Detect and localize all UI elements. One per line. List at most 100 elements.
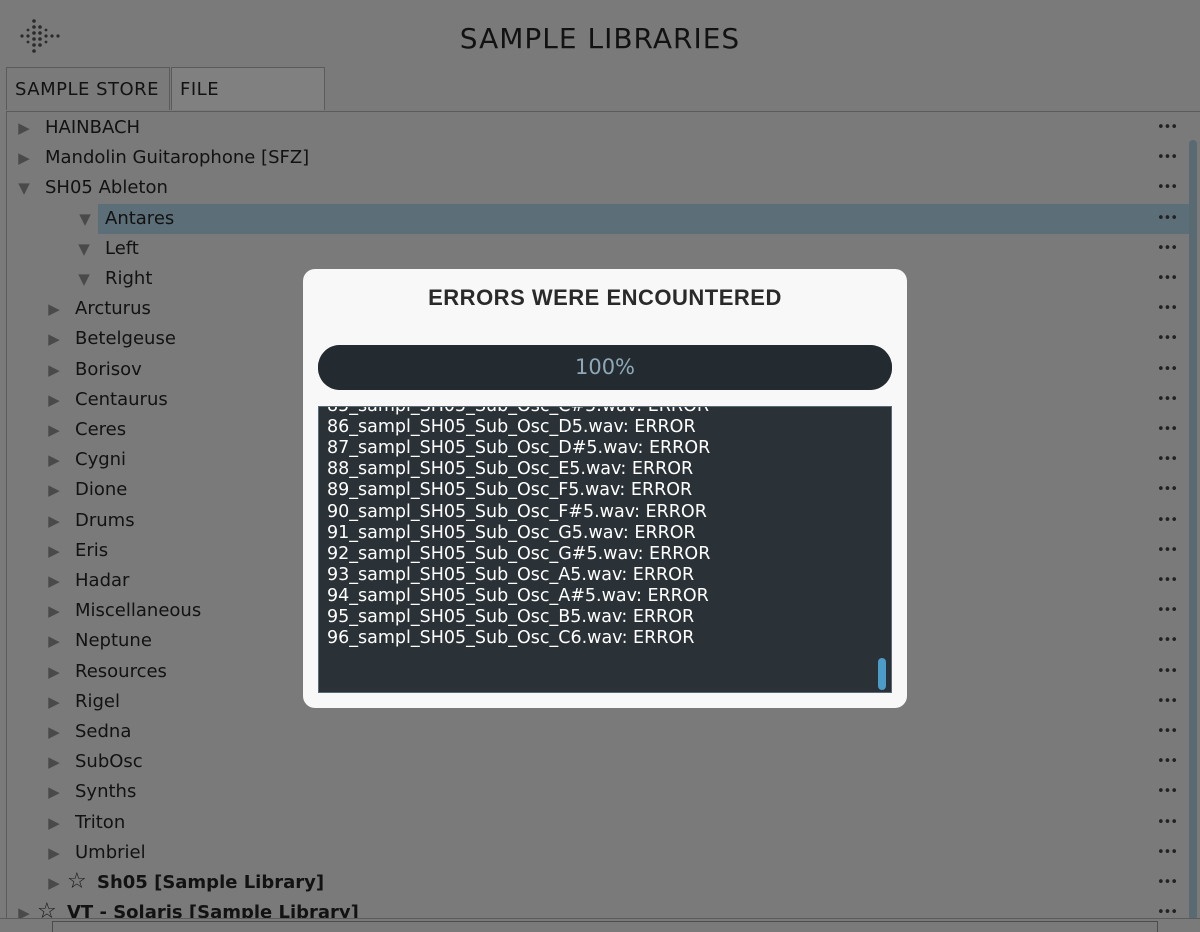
triangle-right-icon[interactable]: ▶ (45, 536, 63, 566)
tree-row-label: Resources (75, 660, 167, 682)
triangle-right-icon[interactable]: ▶ (45, 747, 63, 777)
tree-row[interactable]: ▼ Antares ••• (79, 203, 1189, 234)
triangle-right-icon[interactable]: ▶ (45, 355, 63, 385)
triangle-right-icon[interactable]: ▶ (45, 566, 63, 596)
tab-sample-store[interactable]: SAMPLE STORE (6, 67, 170, 110)
more-options-icon[interactable]: ••• (1157, 204, 1178, 234)
triangle-down-icon[interactable]: ▼ (15, 173, 33, 203)
triangle-down-icon[interactable]: ▼ (76, 204, 94, 234)
log-scrollbar-thumb[interactable] (878, 658, 886, 690)
triangle-right-icon[interactable]: ▶ (45, 445, 63, 475)
bottom-input-field[interactable] (52, 921, 1158, 932)
log-line: 86_sampl_SH05_Sub_Osc_D5.wav: ERROR (327, 417, 696, 438)
triangle-right-icon[interactable]: ▶ (45, 868, 63, 898)
log-line: 96_sampl_SH05_Sub_Osc_C6.wav: ERROR (327, 628, 695, 649)
tree-row-label: Betelgeuse (75, 328, 176, 350)
triangle-right-icon[interactable]: ▶ (45, 657, 63, 687)
tree-row-label: Borisov (75, 358, 142, 380)
log-line: 94_sampl_SH05_Sub_Osc_A#5.wav: ERROR (327, 585, 709, 606)
page-title: SAMPLE LIBRARIES (459, 22, 741, 55)
dialog-title: ERRORS WERE ENCOUNTERED (428, 285, 782, 310)
more-options-icon[interactable]: ••• (1157, 143, 1178, 173)
more-options-icon[interactable]: ••• (1157, 566, 1178, 596)
more-options-icon[interactable]: ••• (1157, 234, 1178, 264)
more-options-icon[interactable]: ••• (1157, 777, 1178, 807)
more-options-icon[interactable]: ••• (1157, 657, 1178, 687)
tree-row-label: SubOsc (75, 751, 143, 773)
more-options-icon[interactable]: ••• (1157, 596, 1178, 626)
progress-bar: 100% (318, 345, 892, 390)
triangle-right-icon[interactable]: ▶ (15, 113, 33, 143)
triangle-right-icon[interactable]: ▶ (45, 777, 63, 807)
tree-row[interactable]: ▶ Triton ••• (7, 808, 1189, 838)
tree-row-label: Hadar (75, 570, 130, 591)
more-options-icon[interactable]: ••• (1157, 687, 1178, 717)
triangle-right-icon[interactable]: ▶ (45, 294, 63, 324)
log-line: 90_sampl_SH05_Sub_Osc_F#5.wav: ERROR (327, 501, 707, 522)
tree-row-label: Eris (75, 539, 109, 561)
tree-row[interactable]: ▶ Sedna ••• (7, 717, 1189, 747)
triangle-right-icon[interactable]: ▶ (45, 506, 63, 536)
triangle-down-icon[interactable]: ▼ (75, 234, 93, 264)
tree-row-label: Cygni (75, 449, 127, 471)
triangle-right-icon[interactable]: ▶ (15, 143, 33, 173)
triangle-down-icon[interactable]: ▼ (75, 264, 93, 294)
progress-percent: 100% (574, 355, 636, 379)
more-options-icon[interactable]: ••• (1157, 747, 1178, 777)
triangle-right-icon[interactable]: ▶ (45, 626, 63, 656)
tree-row-label: Miscellaneous (75, 600, 202, 622)
log-line: 87_sampl_SH05_Sub_Osc_D#5.wav: ERROR (327, 438, 711, 459)
triangle-right-icon[interactable]: ▶ (45, 415, 63, 445)
more-options-icon[interactable]: ••• (1157, 838, 1178, 868)
tree-row-label: Right (105, 268, 153, 289)
tree-row[interactable]: ▶ Mandolin Guitarophone [SFZ] ••• (7, 143, 1189, 173)
tree-row[interactable]: ▶ HAINBACH ••• (7, 113, 1189, 143)
tree-row[interactable]: ▶ SubOsc ••• (7, 747, 1189, 777)
more-options-icon[interactable]: ••• (1157, 506, 1178, 536)
star-icon[interactable]: ☆ (67, 868, 87, 896)
triangle-right-icon[interactable]: ▶ (45, 475, 63, 505)
log-line: 91_sampl_SH05_Sub_Osc_G5.wav: ERROR (327, 522, 696, 543)
tree-row[interactable]: ▼ Left ••• (7, 234, 1189, 264)
more-options-icon[interactable]: ••• (1157, 264, 1178, 294)
tree-row-label: Dione (75, 479, 128, 501)
triangle-right-icon[interactable]: ▶ (45, 717, 63, 747)
tree-row-label: Ceres (75, 419, 127, 440)
more-options-icon[interactable]: ••• (1157, 294, 1178, 324)
triangle-right-icon[interactable]: ▶ (45, 385, 63, 415)
triangle-right-icon[interactable]: ▶ (45, 687, 63, 717)
tree-row-label: SH05 Ableton (45, 177, 168, 199)
more-options-icon[interactable]: ••• (1157, 415, 1178, 445)
triangle-right-icon[interactable]: ▶ (45, 838, 63, 868)
more-options-icon[interactable]: ••• (1157, 113, 1178, 143)
more-options-icon[interactable]: ••• (1157, 626, 1178, 656)
triangle-right-icon[interactable]: ▶ (45, 324, 63, 354)
triangle-right-icon[interactable]: ▶ (45, 808, 63, 838)
log-line: 89_sampl_SH05_Sub_Osc_F5.wav: ERROR (327, 480, 693, 501)
header: SAMPLE LIBRARIES (0, 0, 1200, 66)
more-options-icon[interactable]: ••• (1157, 536, 1178, 566)
more-options-icon[interactable]: ••• (1157, 808, 1178, 838)
tree-row[interactable]: ▶ ☆ Sh05 [Sample Library] ••• (7, 868, 1189, 898)
log-line: 88_sampl_SH05_Sub_Osc_E5.wav: ERROR (327, 459, 694, 480)
tree-row-label: Mandolin Guitarophone [SFZ] (45, 147, 310, 169)
error-log[interactable]: 85_sampl_SH05_Sub_Osc_C#5.wav: ERROR 86_s… (318, 406, 892, 693)
tab-file-browser[interactable]: FILE BROWSER (171, 67, 325, 144)
more-options-icon[interactable]: ••• (1157, 717, 1178, 747)
more-options-icon[interactable]: ••• (1157, 385, 1178, 415)
more-options-icon[interactable]: ••• (1157, 173, 1178, 203)
tree-row-label: Umbriel (75, 841, 146, 863)
more-options-icon[interactable]: ••• (1157, 868, 1178, 898)
more-options-icon[interactable]: ••• (1157, 445, 1178, 475)
more-options-icon[interactable]: ••• (1157, 355, 1178, 385)
tree-row[interactable]: ▶ Umbriel ••• (7, 838, 1189, 868)
tree-row[interactable]: ▼ SH05 Ableton ••• (7, 173, 1189, 203)
more-options-icon[interactable]: ••• (1157, 475, 1178, 505)
tree-row-label: Sedna (75, 721, 132, 742)
tree-row-label: Centaurus (75, 388, 168, 410)
tree-row[interactable]: ▶ Synths ••• (7, 777, 1189, 807)
triangle-right-icon[interactable]: ▶ (45, 596, 63, 626)
tree-scrollbar[interactable] (1189, 140, 1197, 920)
log-line: 93_sampl_SH05_Sub_Osc_A5.wav: ERROR (327, 564, 695, 585)
more-options-icon[interactable]: ••• (1157, 324, 1178, 354)
